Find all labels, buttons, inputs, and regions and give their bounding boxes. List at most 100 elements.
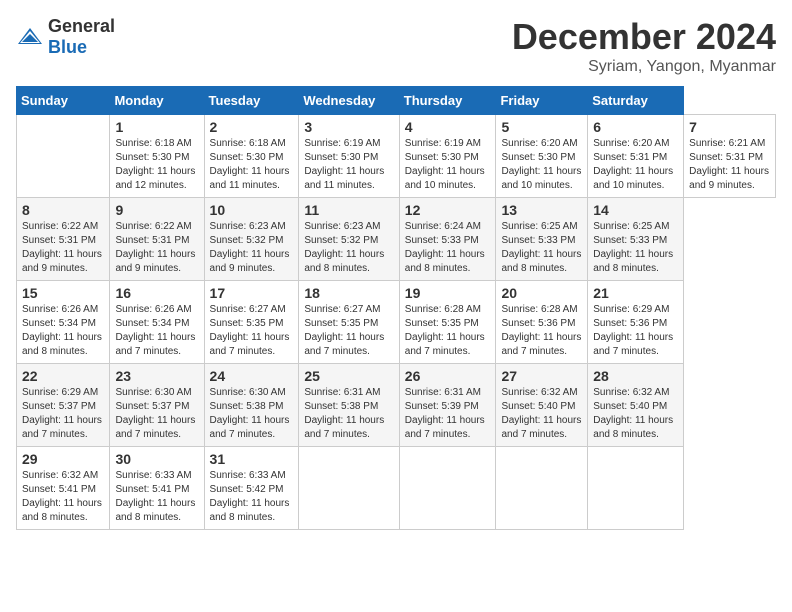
- sunset-line: Sunset: 5:37 PM: [115, 400, 198, 414]
- calendar-cell: 29Sunrise: 6:32 AMSunset: 5:41 PMDayligh…: [17, 447, 110, 530]
- day-info: Sunrise: 6:29 AMSunset: 5:37 PMDaylight:…: [22, 386, 104, 442]
- day-info: Sunrise: 6:20 AMSunset: 5:31 PMDaylight:…: [593, 137, 678, 193]
- day-number: 28: [593, 368, 678, 384]
- sunset-line: Sunset: 5:35 PM: [405, 317, 491, 331]
- sunrise-line: Sunrise: 6:22 AM: [115, 220, 198, 234]
- daylight-line: Daylight: 11 hours and 8 minutes.: [593, 248, 678, 276]
- day-info: Sunrise: 6:18 AMSunset: 5:30 PMDaylight:…: [115, 137, 198, 193]
- sunrise-line: Sunrise: 6:24 AM: [405, 220, 491, 234]
- sunrise-line: Sunrise: 6:18 AM: [115, 137, 198, 151]
- day-number: 20: [501, 285, 582, 301]
- daylight-line: Daylight: 11 hours and 9 minutes.: [210, 248, 294, 276]
- calendar-cell: 22 Sunrise: 6:29 AMSunset: 5:37 PMDayligh…: [17, 364, 110, 447]
- day-info: Sunrise: 6:19 AMSunset: 5:30 PMDaylight:…: [405, 137, 491, 193]
- daylight-line: Daylight: 11 hours and 8 minutes.: [593, 414, 678, 442]
- sunrise-line: Sunrise: 6:27 AM: [210, 303, 294, 317]
- day-number: 3: [304, 119, 393, 135]
- daylight-line: Daylight: 11 hours and 9 minutes.: [689, 165, 770, 193]
- calendar-cell: 16Sunrise: 6:26 AMSunset: 5:34 PMDayligh…: [110, 281, 204, 364]
- day-info: Sunrise: 6:24 AMSunset: 5:33 PMDaylight:…: [405, 220, 491, 276]
- day-info: Sunrise: 6:19 AMSunset: 5:30 PMDaylight:…: [304, 137, 393, 193]
- sunrise-line: Sunrise: 6:32 AM: [501, 386, 582, 400]
- day-of-week-header: Wednesday: [299, 87, 399, 115]
- daylight-line: Daylight: 11 hours and 7 minutes.: [22, 414, 104, 442]
- sunrise-line: Sunrise: 6:28 AM: [405, 303, 491, 317]
- sunset-line: Sunset: 5:34 PM: [22, 317, 104, 331]
- daylight-line: Daylight: 11 hours and 7 minutes.: [304, 414, 393, 442]
- day-number: 14: [593, 202, 678, 218]
- day-info: Sunrise: 6:32 AMSunset: 5:40 PMDaylight:…: [593, 386, 678, 442]
- sunset-line: Sunset: 5:30 PM: [405, 151, 491, 165]
- day-number: 7: [689, 119, 770, 135]
- day-info: Sunrise: 6:30 AMSunset: 5:37 PMDaylight:…: [115, 386, 198, 442]
- daylight-line: Daylight: 11 hours and 10 minutes.: [501, 165, 582, 193]
- sunrise-line: Sunrise: 6:19 AM: [405, 137, 491, 151]
- sunset-line: Sunset: 5:30 PM: [304, 151, 393, 165]
- calendar-cell: 20Sunrise: 6:28 AMSunset: 5:36 PMDayligh…: [496, 281, 588, 364]
- sunset-line: Sunset: 5:31 PM: [593, 151, 678, 165]
- day-info: Sunrise: 6:21 AMSunset: 5:31 PMDaylight:…: [689, 137, 770, 193]
- daylight-line: Daylight: 11 hours and 7 minutes.: [593, 331, 678, 359]
- sunset-line: Sunset: 5:36 PM: [501, 317, 582, 331]
- day-info: Sunrise: 6:25 AMSunset: 5:33 PMDaylight:…: [593, 220, 678, 276]
- calendar-cell: [299, 447, 399, 530]
- sunrise-line: Sunrise: 6:32 AM: [22, 469, 104, 483]
- calendar-cell: 5 Sunrise: 6:20 AMSunset: 5:30 PMDaylight…: [496, 115, 588, 198]
- day-info: Sunrise: 6:31 AMSunset: 5:38 PMDaylight:…: [304, 386, 393, 442]
- sunset-line: Sunset: 5:42 PM: [210, 483, 294, 497]
- calendar-cell: 27Sunrise: 6:32 AMSunset: 5:40 PMDayligh…: [496, 364, 588, 447]
- daylight-line: Daylight: 11 hours and 11 minutes.: [304, 165, 393, 193]
- sunset-line: Sunset: 5:31 PM: [115, 234, 198, 248]
- day-number: 5: [501, 119, 582, 135]
- day-number: 8: [22, 202, 104, 218]
- sunrise-line: Sunrise: 6:25 AM: [501, 220, 582, 234]
- day-number: 22: [22, 368, 104, 384]
- sunrise-line: Sunrise: 6:18 AM: [210, 137, 294, 151]
- calendar-cell: 9Sunrise: 6:22 AMSunset: 5:31 PMDaylight…: [110, 198, 204, 281]
- day-info: Sunrise: 6:32 AMSunset: 5:41 PMDaylight:…: [22, 469, 104, 525]
- sunset-line: Sunset: 5:30 PM: [501, 151, 582, 165]
- day-info: Sunrise: 6:29 AMSunset: 5:36 PMDaylight:…: [593, 303, 678, 359]
- day-of-week-header: Friday: [496, 87, 588, 115]
- sunset-line: Sunset: 5:40 PM: [593, 400, 678, 414]
- day-number: 19: [405, 285, 491, 301]
- day-number: 21: [593, 285, 678, 301]
- sunset-line: Sunset: 5:41 PM: [22, 483, 104, 497]
- daylight-line: Daylight: 11 hours and 7 minutes.: [304, 331, 393, 359]
- daylight-line: Daylight: 11 hours and 8 minutes.: [501, 248, 582, 276]
- calendar-cell: 18Sunrise: 6:27 AMSunset: 5:35 PMDayligh…: [299, 281, 399, 364]
- day-of-week-header: Tuesday: [204, 87, 299, 115]
- daylight-line: Daylight: 11 hours and 8 minutes.: [405, 248, 491, 276]
- daylight-line: Daylight: 11 hours and 9 minutes.: [22, 248, 104, 276]
- calendar-cell: 14 Sunrise: 6:25 AMSunset: 5:33 PMDayligh…: [588, 198, 684, 281]
- sunset-line: Sunset: 5:38 PM: [210, 400, 294, 414]
- day-number: 18: [304, 285, 393, 301]
- day-info: Sunrise: 6:23 AMSunset: 5:32 PMDaylight:…: [210, 220, 294, 276]
- calendar-cell: 23Sunrise: 6:30 AMSunset: 5:37 PMDayligh…: [110, 364, 204, 447]
- calendar-cell: 25Sunrise: 6:31 AMSunset: 5:38 PMDayligh…: [299, 364, 399, 447]
- location-title: Syriam, Yangon, Myanmar: [512, 58, 776, 76]
- sunrise-line: Sunrise: 6:29 AM: [22, 386, 104, 400]
- calendar-cell: 12 Sunrise: 6:24 AMSunset: 5:33 PMDayligh…: [399, 198, 496, 281]
- sunrise-line: Sunrise: 6:31 AM: [405, 386, 491, 400]
- daylight-line: Daylight: 11 hours and 10 minutes.: [405, 165, 491, 193]
- daylight-line: Daylight: 11 hours and 8 minutes.: [210, 497, 294, 525]
- sunset-line: Sunset: 5:30 PM: [210, 151, 294, 165]
- day-number: 31: [210, 451, 294, 467]
- sunset-line: Sunset: 5:38 PM: [304, 400, 393, 414]
- calendar-cell: [399, 447, 496, 530]
- day-info: Sunrise: 6:27 AMSunset: 5:35 PMDaylight:…: [210, 303, 294, 359]
- sunrise-line: Sunrise: 6:20 AM: [593, 137, 678, 151]
- daylight-line: Daylight: 11 hours and 7 minutes.: [405, 331, 491, 359]
- calendar-cell: 26Sunrise: 6:31 AMSunset: 5:39 PMDayligh…: [399, 364, 496, 447]
- day-number: 26: [405, 368, 491, 384]
- calendar-cell: 31Sunrise: 6:33 AMSunset: 5:42 PMDayligh…: [204, 447, 299, 530]
- daylight-line: Daylight: 11 hours and 8 minutes.: [22, 331, 104, 359]
- calendar-cell: 15Sunrise: 6:26 AMSunset: 5:34 PMDayligh…: [17, 281, 110, 364]
- sunrise-line: Sunrise: 6:30 AM: [115, 386, 198, 400]
- day-info: Sunrise: 6:26 AMSunset: 5:34 PMDaylight:…: [22, 303, 104, 359]
- sunrise-line: Sunrise: 6:33 AM: [115, 469, 198, 483]
- day-number: 11: [304, 202, 393, 218]
- day-number: 12: [405, 202, 491, 218]
- sunrise-line: Sunrise: 6:20 AM: [501, 137, 582, 151]
